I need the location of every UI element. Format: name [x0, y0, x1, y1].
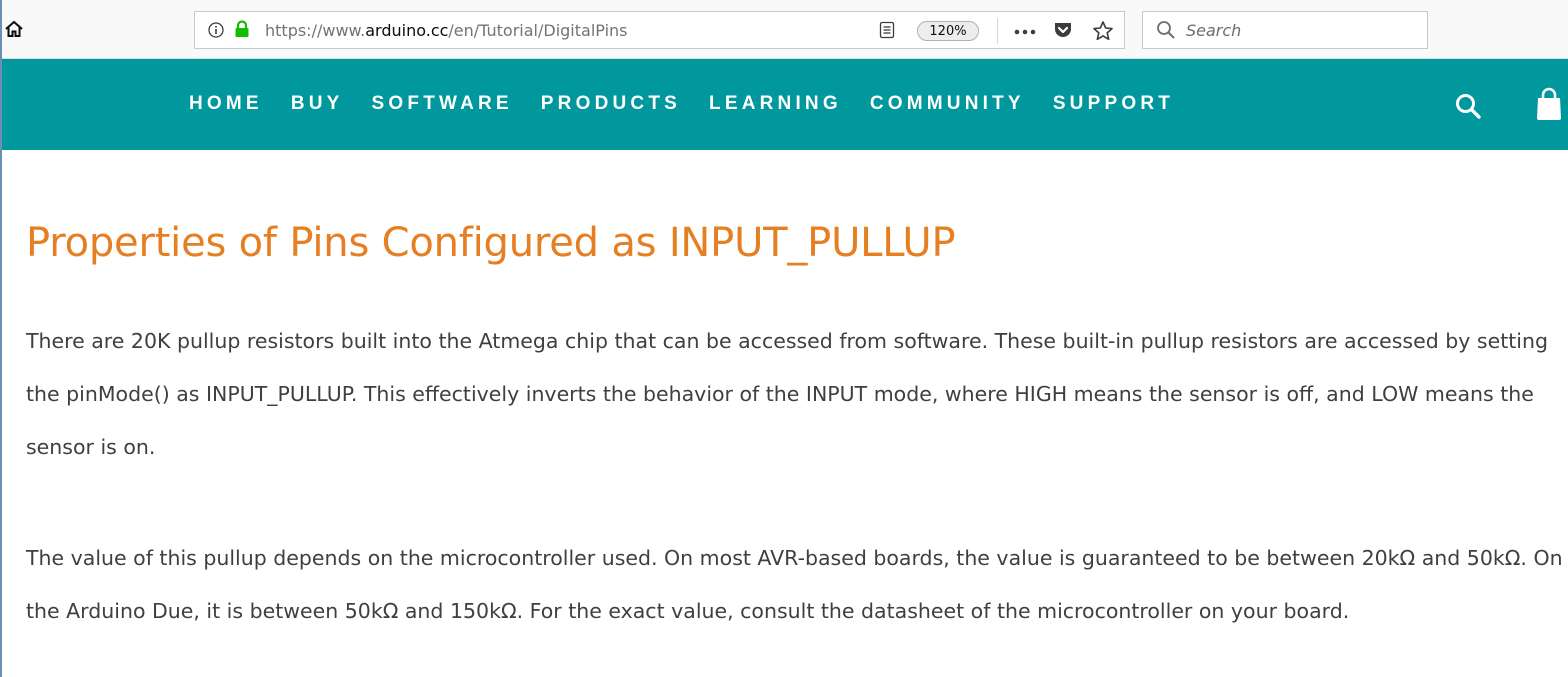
- article-paragraph: The value of this pullup depends on the …: [26, 546, 1563, 623]
- nav-item-support[interactable]: SUPPORT: [1053, 92, 1174, 116]
- url-text[interactable]: https://www.arduino.cc/en/Tutorial/Digit…: [265, 21, 628, 40]
- nav-item-community[interactable]: COMMUNITY: [870, 92, 1025, 116]
- url-path: /en/Tutorial/DigitalPins: [448, 21, 628, 40]
- bookmark-star-icon[interactable]: [1092, 20, 1114, 42]
- search-icon[interactable]: [1454, 92, 1482, 120]
- zoom-level-badge[interactable]: 120%: [917, 21, 979, 41]
- shopping-bag-icon[interactable]: [1534, 87, 1564, 121]
- browser-toolbar: https://www.arduino.cc/en/Tutorial/Digit…: [2, 0, 1568, 59]
- nav-item-products[interactable]: PRODUCTS: [541, 92, 681, 116]
- browser-search-box[interactable]: Search: [1142, 11, 1428, 49]
- nav-item-buy[interactable]: BUY: [291, 92, 344, 116]
- nav-item-software[interactable]: SOFTWARE: [372, 92, 513, 116]
- url-divider: [997, 18, 998, 44]
- nav-item-home[interactable]: HOME: [189, 92, 263, 116]
- nav-links: HOME BUY SOFTWARE PRODUCTS LEARNING COMM…: [189, 92, 1202, 116]
- nav-item-learning[interactable]: LEARNING: [709, 92, 842, 116]
- url-prefix: https://www.: [265, 21, 366, 40]
- info-icon[interactable]: [208, 22, 224, 38]
- home-icon[interactable]: [4, 19, 24, 39]
- browser-window: https://www.arduino.cc/en/Tutorial/Digit…: [0, 0, 1568, 677]
- site-nav-bar: HOME BUY SOFTWARE PRODUCTS LEARNING COMM…: [2, 59, 1568, 150]
- url-domain: arduino.cc: [365, 21, 449, 40]
- lock-icon[interactable]: [234, 20, 250, 38]
- pocket-icon[interactable]: [1053, 21, 1073, 39]
- search-icon: [1157, 21, 1175, 39]
- more-actions-icon[interactable]: [1014, 29, 1036, 35]
- address-bar[interactable]: https://www.arduino.cc/en/Tutorial/Digit…: [194, 11, 1125, 49]
- reader-view-icon[interactable]: [879, 21, 895, 39]
- page-title: Properties of Pins Configured as INPUT_P…: [26, 220, 956, 266]
- search-placeholder: Search: [1186, 21, 1242, 40]
- article-paragraph: There are 20K pullup resistors built int…: [26, 329, 1548, 459]
